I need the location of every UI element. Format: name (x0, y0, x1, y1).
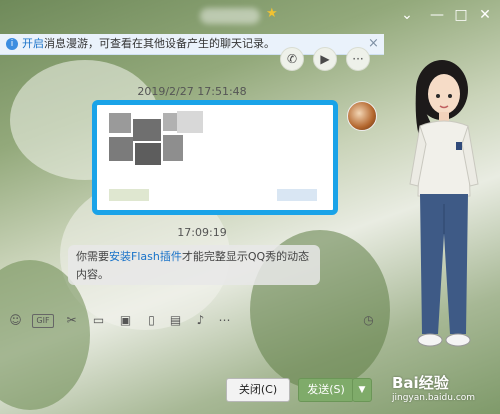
message-timestamp: 17:09:19 (177, 226, 227, 239)
watermark-url: jingyan.baidu.com (392, 393, 476, 403)
input-toolbar: ☺ GIF ✂ ▭ ▣ ▯ ▤ ♪ ⋯ ◷ (0, 308, 384, 334)
notice-message: 消息漫游，可查看在其他设备产生的聊天记录。 (44, 37, 275, 50)
star-icon: ★ (266, 6, 278, 21)
blurred-content (163, 135, 183, 161)
close-button[interactable]: 关闭(C) (226, 378, 290, 402)
contact-name-blurred (200, 8, 260, 24)
qq-show-avatar (384, 34, 500, 414)
received-text-prefix: 你需要 (76, 250, 109, 263)
voice-call-button[interactable]: ✆ (280, 47, 304, 71)
send-button[interactable]: 发送(S) (298, 378, 354, 402)
scissors-icon[interactable]: ✂ (64, 313, 79, 328)
title-bar: ★ ⌄ — □ ✕ (0, 0, 500, 32)
emoji-icon[interactable]: ☺ (8, 313, 23, 328)
dropdown-button[interactable]: ⌄ (398, 6, 416, 24)
message-input[interactable] (0, 334, 384, 414)
enable-roaming-link[interactable]: 开启 (22, 37, 44, 50)
red-packet-icon[interactable]: ▤ (168, 313, 183, 328)
maximize-button[interactable]: □ (452, 6, 470, 24)
avatar[interactable] (347, 101, 377, 131)
blurred-content (109, 189, 149, 201)
blurred-content (109, 113, 131, 133)
sent-message-bubble[interactable] (92, 100, 338, 215)
message-timestamp: 2019/2/27 17:51:48 (137, 85, 247, 98)
minimize-button[interactable]: — (428, 6, 446, 24)
watermark: Bai经验 jingyan.baidu.com (392, 372, 475, 403)
blurred-content (163, 113, 177, 131)
info-icon: i (6, 38, 18, 50)
blurred-content (135, 143, 161, 165)
image-icon[interactable]: ▣ (118, 313, 133, 328)
notice-text: 开启消息漫游，可查看在其他设备产生的聊天记录。 (22, 34, 275, 54)
blurred-content (277, 189, 317, 201)
video-call-button[interactable]: ▶ (313, 47, 337, 71)
received-message-bubble: 你需要安装Flash插件才能完整显示QQ秀的动态内容。 (68, 245, 320, 285)
music-icon[interactable]: ♪ (193, 313, 208, 328)
chat-window: ★ ⌄ — □ ✕ i 开启消息漫游，可查看在其他设备产生的聊天记录。 × ✆ … (0, 0, 500, 414)
more-icon[interactable]: ⋯ (217, 313, 232, 328)
character-illustration (409, 60, 479, 347)
blurred-content (109, 137, 133, 161)
watermark-brand: Bai经验 (392, 374, 449, 392)
history-icon[interactable]: ◷ (361, 313, 376, 328)
send-options-button[interactable]: ▼ (352, 378, 372, 402)
shake-icon[interactable]: ▯ (144, 313, 159, 328)
install-flash-link[interactable]: 安装Flash插件 (109, 250, 182, 263)
blurred-content (133, 119, 161, 141)
notice-close-icon[interactable]: × (368, 34, 379, 54)
folder-icon[interactable]: ▭ (91, 313, 106, 328)
more-apps-button[interactable]: ··· (346, 47, 370, 71)
close-window-button[interactable]: ✕ (476, 6, 494, 24)
gif-icon[interactable]: GIF (32, 314, 54, 328)
blurred-content (177, 111, 203, 133)
